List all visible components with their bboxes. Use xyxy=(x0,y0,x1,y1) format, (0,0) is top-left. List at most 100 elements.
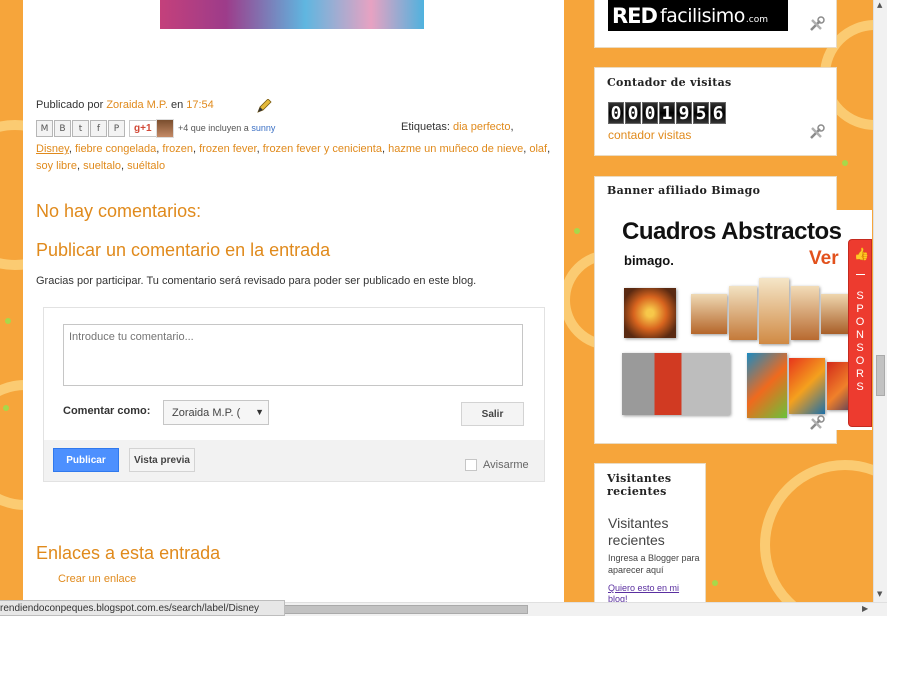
widget-title: Banner afiliado Bimago xyxy=(607,184,761,197)
artwork-thumbnail xyxy=(729,286,757,340)
sponsors-label: S P O N S O R S xyxy=(855,290,865,393)
notify-checkbox[interactable] xyxy=(465,459,477,471)
counter-link[interactable]: contador visitas xyxy=(608,128,691,142)
publish-button[interactable]: Publicar xyxy=(53,448,119,472)
author-link[interactable]: Zoraida M.P. xyxy=(106,99,168,111)
horizontal-scroll-thumb[interactable] xyxy=(262,605,528,614)
sign-out-button[interactable]: Salir xyxy=(461,402,524,426)
counter-digit: 0 xyxy=(625,102,641,124)
background-dot xyxy=(3,405,9,411)
counter-digit: 0 xyxy=(608,102,624,124)
edit-pencil-icon[interactable] xyxy=(256,99,272,113)
labels-list: Disney, fiebre congelada, frozen, frozen… xyxy=(36,141,556,175)
background-dot xyxy=(574,228,580,234)
backlinks-heading: Enlaces a esta entrada xyxy=(36,543,221,563)
logo-part-facilisimo: facilisimo xyxy=(659,4,745,27)
label-separator: , xyxy=(547,143,551,155)
bimago-banner[interactable]: Cuadros Abstractos bimago. Ver xyxy=(607,210,872,430)
post-image xyxy=(160,0,424,29)
artwork-thumbnail xyxy=(747,353,787,418)
label-link[interactable]: fiebre congelada xyxy=(75,143,156,155)
edit-tools-icon[interactable] xyxy=(808,16,825,33)
label-link[interactable]: Disney xyxy=(36,143,69,155)
comment-input[interactable] xyxy=(63,324,523,386)
identity-select-value: Zoraida M.P. ( xyxy=(172,407,241,419)
label-link[interactable]: hazme un muñeco de nieve xyxy=(388,143,523,155)
label-link[interactable]: frozen xyxy=(162,143,193,155)
visitors-heading: Visitantes recientes xyxy=(608,515,669,548)
artwork-thumbnail xyxy=(691,294,727,334)
banner-headline: Cuadros Abstractos xyxy=(622,218,842,245)
plus-user-link[interactable]: sunny xyxy=(251,123,275,133)
label-link[interactable]: olaf xyxy=(529,143,547,155)
thumbs-up-icon: 👍 xyxy=(854,247,869,261)
blogger-share-icon[interactable]: B xyxy=(54,120,71,137)
banner-cta: Ver xyxy=(809,248,839,269)
label-link[interactable]: suéltalo xyxy=(127,160,165,172)
bimago-banner-widget: Banner afiliado Bimago Cuadros Abstracto… xyxy=(594,176,872,444)
counter-digit: 0 xyxy=(642,102,658,124)
artwork-thumbnail xyxy=(789,358,825,414)
comment-note: Gracias por participar. Tu comentario se… xyxy=(36,275,477,287)
scroll-down-arrow-icon[interactable]: ▼ xyxy=(877,590,882,598)
comment-form: Comentar como: Zoraida M.P. ( ▼ Salir Pu… xyxy=(43,307,545,482)
post-comment-heading: Publicar un comentario en la entrada xyxy=(36,240,331,260)
browser-viewport: Publicado por Zoraida M.P. en 17:54 M B … xyxy=(0,0,873,602)
counter-digit: 5 xyxy=(693,102,709,124)
label-link[interactable]: sueltalo xyxy=(83,160,121,172)
label-separator: , xyxy=(510,121,514,133)
notify-label: Avisarme xyxy=(483,459,529,471)
byline-prefix: Publicado por xyxy=(36,99,107,111)
widget-title: Visitantes recientes xyxy=(607,472,672,498)
no-comments-heading: No hay comentarios: xyxy=(36,201,202,221)
background-swirl xyxy=(760,460,873,602)
create-link[interactable]: Crear un enlace xyxy=(58,573,136,585)
artwork-thumbnail xyxy=(791,286,819,340)
preview-button[interactable]: Vista previa xyxy=(129,448,195,472)
edit-tools-icon[interactable] xyxy=(808,415,825,432)
background-dot xyxy=(842,160,848,166)
logo-part-com: .com xyxy=(745,14,768,25)
gplus-button[interactable]: g+1 xyxy=(129,120,157,137)
dropdown-arrow-icon: ▼ xyxy=(255,407,264,417)
get-widget-link[interactable]: Quiero esto en mi blog! xyxy=(608,583,688,602)
sponsors-tab[interactable]: 👍 S P O N S O R S xyxy=(848,239,872,427)
artwork-thumbnail xyxy=(759,278,789,344)
widget-title: Contador de visitas xyxy=(607,76,732,89)
logo-part-red: RED xyxy=(612,3,658,28)
red-facilisimo-logo[interactable]: RED facilisimo .com xyxy=(608,0,788,31)
avatar[interactable] xyxy=(156,119,174,138)
visit-counter-widget: Contador de visitas 0 0 0 1 9 5 6 contad… xyxy=(594,67,837,156)
artwork-thumbnail xyxy=(622,353,730,415)
edit-tools-icon[interactable] xyxy=(808,124,825,141)
counter-digit: 9 xyxy=(676,102,692,124)
artwork-thumbnail xyxy=(624,288,676,338)
scroll-up-arrow-icon[interactable]: ▲ xyxy=(877,1,882,9)
red-facilisimo-widget: RED facilisimo .com xyxy=(594,0,837,48)
pinterest-share-icon[interactable]: P xyxy=(108,120,125,137)
banner-brand: bimago. xyxy=(624,253,674,268)
recent-visitors-widget: Visitantes recientes Visitantes reciente… xyxy=(594,463,706,602)
email-share-icon[interactable]: M xyxy=(36,120,53,137)
scroll-right-arrow-icon[interactable]: ▶ xyxy=(862,604,868,613)
visitors-login-note: Ingresa a Blogger para aparecer aquí xyxy=(608,553,700,575)
byline-mid: en xyxy=(167,99,187,111)
facebook-share-icon[interactable]: f xyxy=(90,120,107,137)
identity-select[interactable]: Zoraida M.P. ( ▼ xyxy=(163,400,269,425)
vertical-scroll-thumb[interactable] xyxy=(876,355,885,396)
comment-action-bar: Publicar Vista previa Avisarme xyxy=(44,440,544,481)
plus-share-text: +4 que incluyen a sunny xyxy=(178,123,275,133)
visitors-body: Visitantes recientes Ingresa a Blogger p… xyxy=(608,515,708,576)
labels-caption-text: Etiquetas: xyxy=(401,121,453,133)
post-time-link[interactable]: 17:54 xyxy=(186,99,214,111)
counter-digit: 6 xyxy=(710,102,726,124)
comment-as-label: Comentar como: xyxy=(63,405,151,417)
label-link[interactable]: frozen fever xyxy=(199,143,256,155)
vertical-scrollbar[interactable]: ▲ ▼ xyxy=(873,0,887,602)
twitter-share-icon[interactable]: t xyxy=(72,120,89,137)
label-link[interactable]: dia perfecto xyxy=(453,121,510,133)
share-buttons: M B t f P g+1 xyxy=(36,120,157,137)
label-link[interactable]: frozen fever y cenicienta xyxy=(263,143,382,155)
visit-counter[interactable]: 0 0 0 1 9 5 6 xyxy=(608,102,726,124)
label-link[interactable]: soy libre xyxy=(36,160,77,172)
